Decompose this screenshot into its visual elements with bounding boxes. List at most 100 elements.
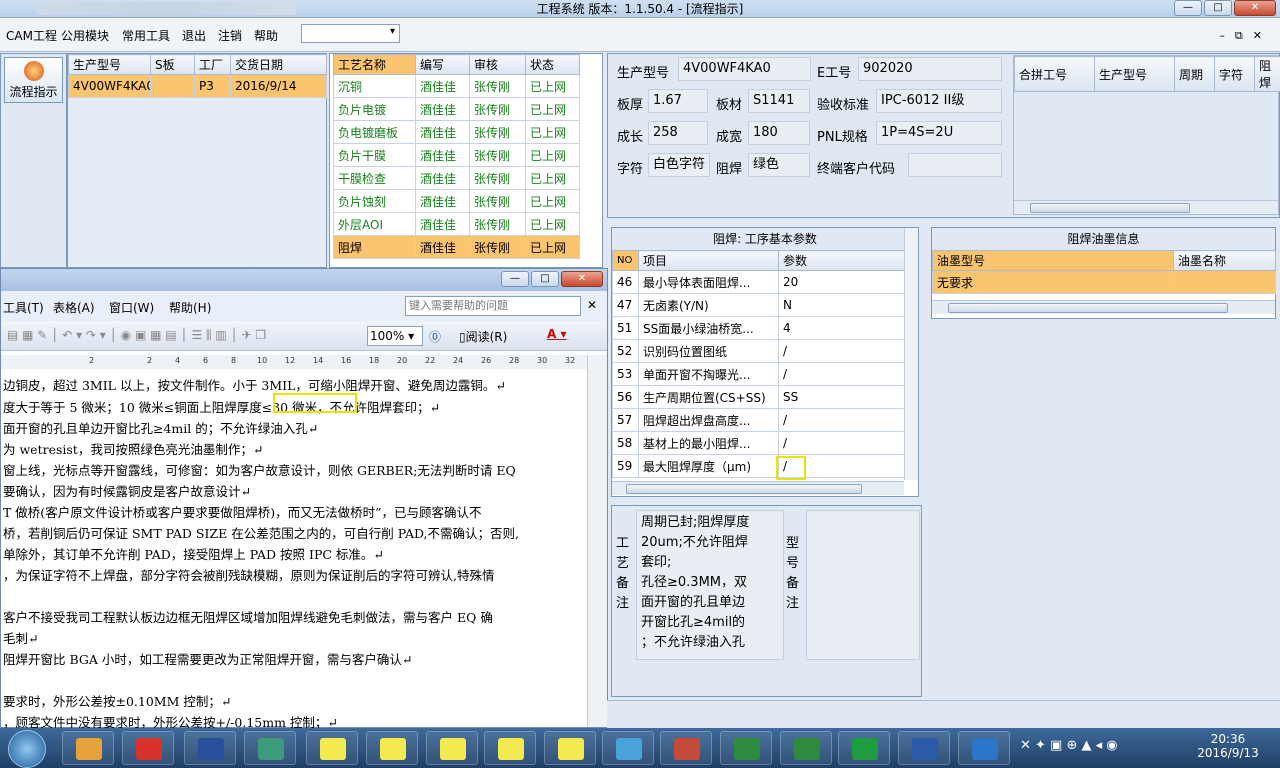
table-row[interactable]: 负电镀磨板 酒佳佳 张传刚 已上网 [333,120,580,144]
col-merge-cycle[interactable]: 周期 [1174,56,1215,92]
field-eno[interactable]: 902020 [858,57,1002,81]
table-row[interactable]: 外层AOI 酒佳佳 张传刚 已上网 [333,212,580,236]
table-row[interactable]: 无要求 [932,270,1276,294]
mdi-window-buttons[interactable]: –⧉✕ [1219,29,1272,43]
menu-help[interactable]: 帮助 [254,27,278,44]
paste-icon[interactable]: ▤ ▦ ✎ │ ↶ ▾ ↷ ▾ │ ◉ ▣ ▦ ▤ │ ☰ ⫼ ▥ │ ✈ ❐ [7,328,266,343]
col-merge-mask[interactable]: 阻焊 [1254,56,1280,92]
field-standard[interactable]: IPC-6012 II级 [876,89,1002,113]
model-notes-text[interactable] [806,510,920,660]
menu-logout[interactable]: 注销 [218,27,242,44]
document-body[interactable]: 边铜皮，超过 3MIL 以上，按文件制作。小于 3MIL，可缩小阻焊开窗、避免周… [1,371,585,729]
col-item[interactable]: 项目 [638,250,779,271]
col-param[interactable]: 参数 [778,250,905,271]
word-vscroll[interactable] [587,355,607,727]
help-search-input[interactable]: 键入需要帮助的问题 [405,296,581,316]
craft-notes-text[interactable]: 周期已封;阻焊厚度 20um;不允许阻焊 套印; 孔径≥0.3MM，双 面开窗的… [636,510,784,660]
params-vscroll[interactable] [904,228,918,480]
word-close-button[interactable]: ✕ [561,271,603,287]
start-button[interactable] [8,730,46,768]
word-menu-tools[interactable]: 工具(T) [3,299,44,316]
field-legend[interactable]: 白色字符 [648,153,710,177]
zoom-select[interactable]: 100% ▾ [367,326,423,346]
taskbar-app-eye[interactable] [244,731,296,765]
menu-cam[interactable]: CAM工程 [6,27,57,44]
col-merge-no[interactable]: 合拼工号 [1014,56,1095,92]
menu-exit[interactable]: 退出 [182,27,206,44]
table-row[interactable]: 负片蚀刻 酒佳佳 张传刚 已上网 [333,189,580,213]
menu-tools[interactable]: 常用工具 [122,27,170,44]
font-color-icon[interactable]: A ▾ [547,327,567,341]
taskbar-app-excel1[interactable] [720,731,772,765]
col-process[interactable]: 工艺名称 [333,54,416,75]
taskbar-app-red[interactable] [122,731,174,765]
table-row[interactable]: 干膜检查 酒佳佳 张传刚 已上网 [333,166,580,190]
col-sboard[interactable]: S板 [150,54,195,75]
table-row[interactable]: 53 单面开窗不掏曝光... / [612,362,905,386]
taskbar-app-x5[interactable] [544,731,596,765]
ink-hscroll[interactable] [932,300,1275,314]
table-row[interactable]: 51 SS面最小绿油桥宽... 4 [612,316,905,340]
taskbar-app-save[interactable] [184,731,236,765]
field-model[interactable]: 4V00WF4KA0 [678,57,811,81]
table-row[interactable]: 52 识别码位置图纸 / [612,339,905,363]
field-thickness[interactable]: 1.67 [648,89,708,113]
table-row[interactable]: 47 无卤素(Y/N) N [612,293,905,317]
col-merge-legend[interactable]: 字符 [1214,56,1255,92]
field-width[interactable]: 180 [748,121,810,145]
table-row[interactable]: 4V00WF4KA0 P3 2016/9/14 [68,74,327,98]
taskbar-app-f[interactable] [958,731,1010,765]
close-button[interactable]: ✕ [1234,0,1276,16]
table-row[interactable]: 56 生产周期位置(CS+SS) SS [612,385,905,409]
col-ink-name[interactable]: 油墨名称 [1173,250,1276,271]
params-hscroll[interactable] [612,481,904,495]
toolbar-combo[interactable] [301,24,400,43]
tray-icons[interactable]: ✕ ✦ ▣ ⊕ ▲ ◂ ◉ [1020,738,1118,753]
close-icon[interactable]: ✕ [587,298,597,312]
field-material[interactable]: S1141 [748,89,810,113]
col-factory[interactable]: 工厂 [194,54,231,75]
col-status[interactable]: 状态 [525,54,580,75]
minimize-button[interactable]: — [1174,0,1202,16]
word-menu-table[interactable]: 表格(A) [53,299,95,316]
col-no[interactable]: NO [612,250,639,271]
word-menu-window[interactable]: 窗口(W) [109,299,154,316]
table-row[interactable]: 沉铜 酒佳佳 张传刚 已上网 [333,74,580,98]
clock[interactable]: 20:36 2016/9/13 [1196,732,1260,760]
taskbar-app-access[interactable] [660,731,712,765]
word-maximize-button[interactable]: □ [531,271,559,287]
col-ink-type[interactable]: 油墨型号 [932,250,1174,271]
taskbar-app-x4[interactable] [484,731,536,765]
field-pnl[interactable]: 1P=4S=2U [876,121,1002,145]
process-guide-button[interactable]: 流程指示 [4,57,63,103]
table-row[interactable]: 59 最大阻焊厚度（μm) / [612,454,905,478]
field-soldermask[interactable]: 绿色 [748,153,810,177]
col-author[interactable]: 编写 [415,54,470,75]
table-row[interactable]: 负片电镀 酒佳佳 张传刚 已上网 [333,97,580,121]
merge-hscroll[interactable] [1014,200,1278,214]
col-reviewer[interactable]: 审核 [469,54,526,75]
table-row[interactable]: 46 最小导体表面阻焊... 20 [612,270,905,294]
table-row[interactable]: 负片干膜 酒佳佳 张传刚 已上网 [333,143,580,167]
taskbar-app-x1[interactable] [306,731,358,765]
maximize-button[interactable]: □ [1204,0,1232,16]
word-menu-help[interactable]: 帮助(H) [169,299,211,316]
menu-common-module[interactable]: 公用模块 [61,27,109,44]
word-minimize-button[interactable]: — [501,271,529,287]
help-icon[interactable]: ⓪ [429,328,441,345]
taskbar-app-shell[interactable] [62,731,114,765]
taskbar-app-word[interactable] [898,731,950,765]
taskbar-app-x3[interactable] [426,731,478,765]
taskbar-app-notepad[interactable] [602,731,654,765]
table-row[interactable]: 58 基材上的最小阻焊... / [612,431,905,455]
col-due[interactable]: 交货日期 [230,54,327,75]
table-row[interactable]: 57 阻焊超出焊盘高度... / [612,408,905,432]
col-merge-model[interactable]: 生产型号 [1094,56,1175,92]
taskbar-app-p[interactable] [838,731,890,765]
table-row-selected[interactable]: 阻焊 酒佳佳 张传刚 已上网 [333,235,580,259]
taskbar-app-excel2[interactable] [780,731,832,765]
taskbar-app-x2[interactable] [366,731,418,765]
col-model[interactable]: 生产型号 [68,54,151,75]
read-button[interactable]: ▯阅读(R) [459,328,507,345]
field-length[interactable]: 258 [648,121,708,145]
